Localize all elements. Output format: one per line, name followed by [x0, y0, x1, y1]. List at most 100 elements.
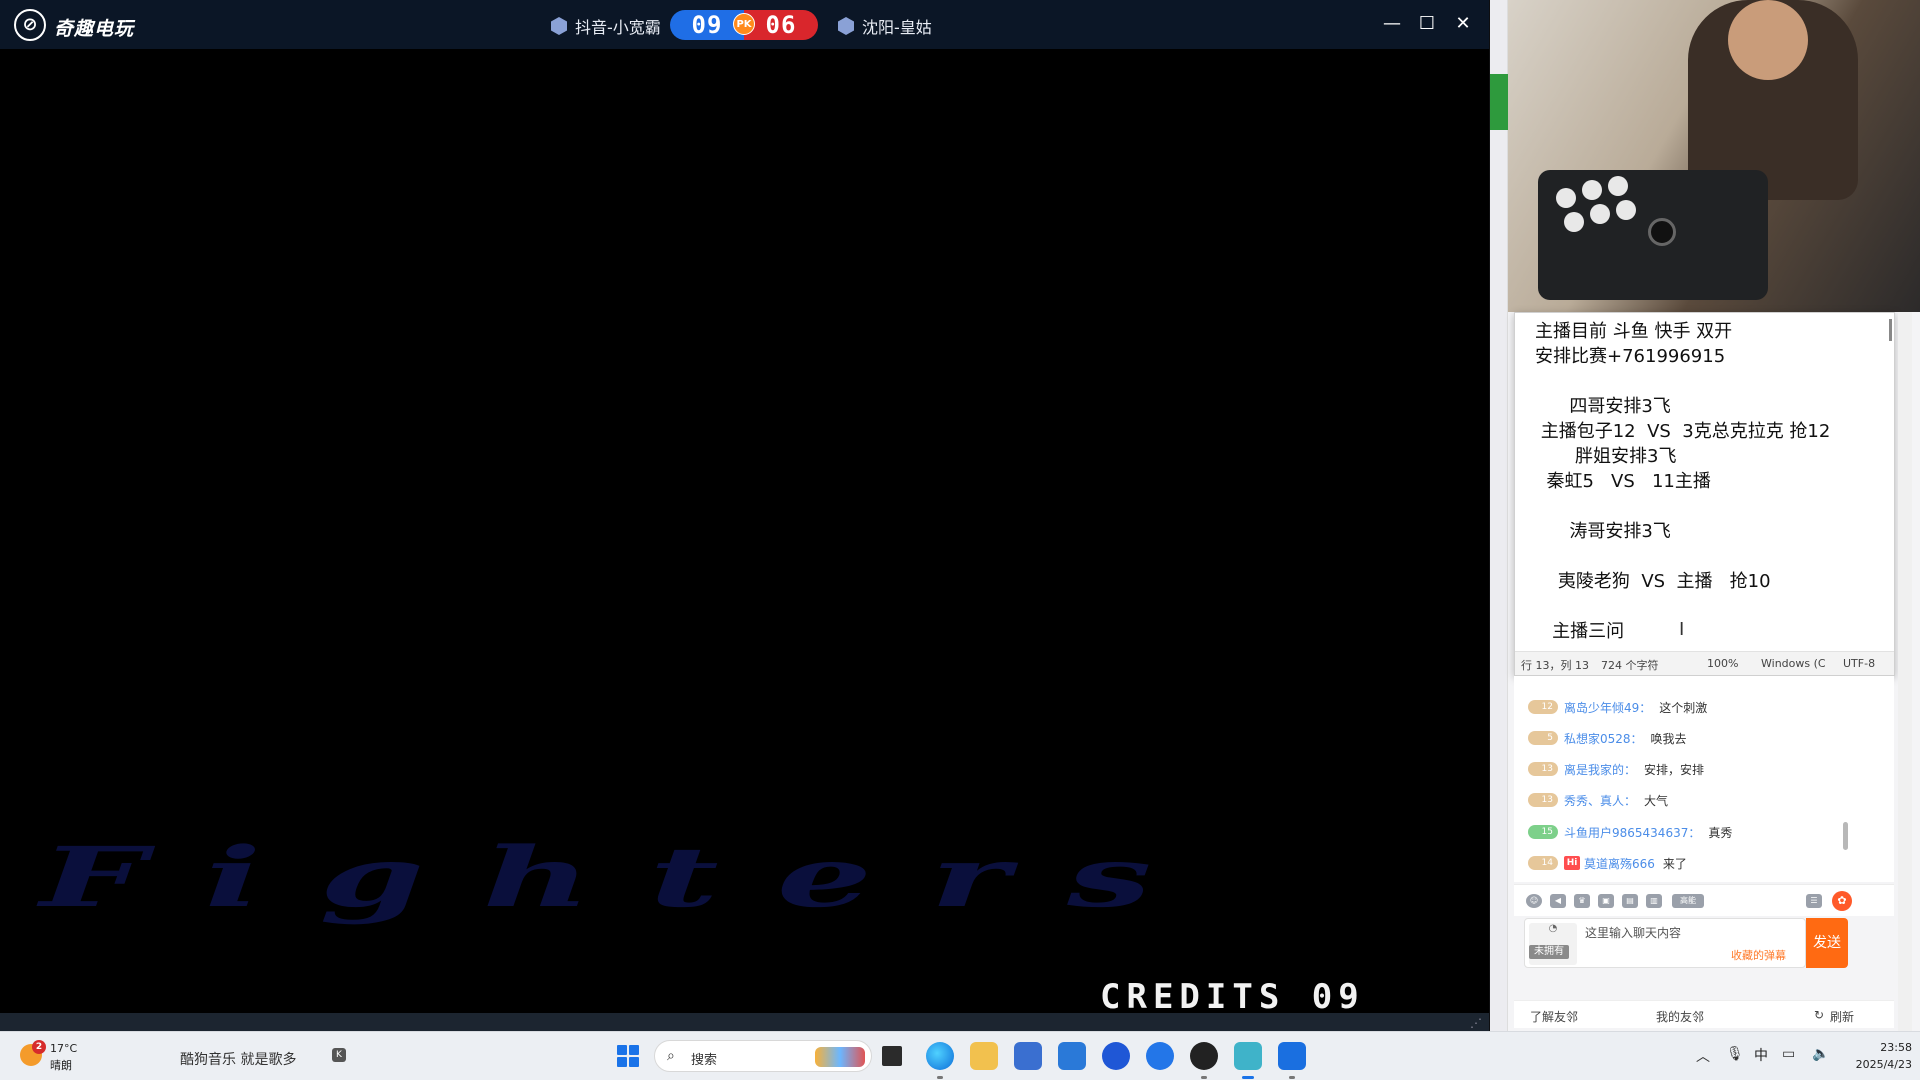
- network-icon[interactable]: ▭: [1782, 1046, 1795, 1062]
- app-title: 奇趣电玩: [54, 18, 135, 40]
- gift-icon[interactable]: ✿: [1832, 891, 1852, 911]
- resize-grip-icon[interactable]: ⋰: [1470, 1016, 1482, 1030]
- gift-box-icon[interactable]: ▣: [1598, 894, 1614, 908]
- music-ticker[interactable]: 酷狗音乐 就是歌多: [180, 1049, 296, 1069]
- notepad-window[interactable]: 主播目前 斗鱼 快手 双开 安排比赛+761996915 四哥安排3飞 主播包子…: [1514, 312, 1895, 676]
- close-button[interactable]: ✕: [1447, 8, 1479, 40]
- music-app-icon[interactable]: K: [332, 1048, 346, 1062]
- level-badge: 13: [1528, 793, 1558, 807]
- mail-icon[interactable]: [1058, 1042, 1086, 1070]
- crown-icon[interactable]: ♛: [1574, 894, 1590, 908]
- edge-browser-icon[interactable]: [926, 1042, 954, 1070]
- chat-username[interactable]: 斗鱼用户9865434637：: [1564, 824, 1700, 841]
- game-screen[interactable]: Fighters CREDITS 09: [0, 49, 1489, 1013]
- search-icon: ⌕: [667, 1048, 675, 1064]
- settings-icon[interactable]: ☰: [1806, 894, 1822, 908]
- task-view-icon[interactable]: [882, 1046, 902, 1066]
- pk-badge: PK: [733, 13, 755, 35]
- game-status-strip: [0, 1013, 1489, 1031]
- high-energy-button[interactable]: 高能: [1672, 894, 1704, 908]
- chat-text: 来了: [1662, 856, 1687, 871]
- card-icon[interactable]: ▤: [1622, 894, 1638, 908]
- hi-badge: Hi: [1564, 856, 1580, 870]
- status-zoom: 100%: [1707, 657, 1739, 670]
- level-badge: 12: [1528, 700, 1558, 714]
- fighters-title-text: Fighters: [40, 829, 1210, 926]
- refresh-icon[interactable]: ↻: [1814, 1008, 1824, 1022]
- send-button[interactable]: 发送: [1806, 918, 1848, 968]
- chat-scrollbar[interactable]: [1843, 822, 1848, 850]
- clock-date[interactable]: 2025/4/23: [1842, 1058, 1912, 1071]
- weather-badge: 2: [32, 1040, 46, 1054]
- chat-input-box: ◔ 未拥有 收藏的弹幕: [1524, 918, 1806, 968]
- player-right-name: 沈阳-皇姑: [862, 18, 932, 37]
- start-tile: [617, 1045, 627, 1055]
- arcade-button: [1564, 212, 1584, 232]
- arcade-button: [1582, 180, 1602, 200]
- text-cursor-icon: I: [1679, 619, 1685, 640]
- rank-icon: [551, 17, 567, 35]
- chat-list: 12 离岛少年倾49： 这个刺激 5 私想家0528： 唤我去 13 离是我家的…: [1514, 676, 1894, 882]
- start-tile: [617, 1057, 627, 1067]
- player-left: 抖音-小宽霸: [551, 14, 661, 38]
- ticket-icon[interactable]: ▥: [1646, 894, 1662, 908]
- rank-icon: [838, 17, 854, 35]
- chat-username[interactable]: 离岛少年倾49：: [1564, 699, 1651, 716]
- ime-indicator[interactable]: 中: [1754, 1045, 1768, 1065]
- webcam-view: [1508, 0, 1920, 312]
- side-strip: [1490, 0, 1508, 1031]
- my-friends-tab[interactable]: 我的友邻: [1656, 1008, 1704, 1025]
- microphone-icon[interactable]: 🎙: [1726, 1046, 1744, 1062]
- arcade-button: [1608, 176, 1628, 196]
- weather-desc[interactable]: 晴朗: [50, 1057, 72, 1073]
- status-position: 行 13，列 13: [1521, 659, 1589, 672]
- chat-message: 5 私想家0528： 唤我去: [1528, 727, 1687, 749]
- chat-username[interactable]: 莫道离殇666: [1584, 855, 1655, 872]
- chat-username[interactable]: 离是我家的：: [1564, 761, 1636, 778]
- maximize-button[interactable]: ☐: [1411, 8, 1443, 40]
- search-highlight-image: [815, 1047, 865, 1067]
- chat-input[interactable]: [1585, 923, 1795, 943]
- level-badge: 15: [1528, 825, 1558, 839]
- weather-temp[interactable]: 17°C: [50, 1042, 77, 1055]
- learn-friends-link[interactable]: 了解友邻: [1530, 1008, 1578, 1025]
- arcade-button: [1616, 200, 1636, 220]
- notepad-scrollbar[interactable]: [1889, 319, 1892, 341]
- green-tab[interactable]: [1490, 74, 1508, 130]
- search-label: 搜索: [691, 1053, 718, 1068]
- collect-danmu-link[interactable]: 收藏的弹幕: [1731, 947, 1786, 963]
- notepad-icon[interactable]: [1234, 1042, 1262, 1070]
- start-tile: [629, 1045, 639, 1055]
- notepad-text[interactable]: 主播目前 斗鱼 快手 双开 安排比赛+761996915 四哥安排3飞 主播包子…: [1535, 319, 1885, 644]
- store-icon[interactable]: [1014, 1042, 1042, 1070]
- title-bar[interactable]: ⊘ 奇趣电玩 抖音-小宽霸 09 06 PK 沈阳-皇姑 — ☐ ✕: [0, 0, 1489, 49]
- clock-time[interactable]: 23:58: [1862, 1041, 1912, 1054]
- horn-icon[interactable]: ◀: [1550, 894, 1566, 908]
- unowned-badge: 未拥有: [1529, 945, 1569, 959]
- status-encoding: UTF-8: [1843, 657, 1876, 670]
- chat-username[interactable]: 秀秀、真人：: [1564, 792, 1636, 809]
- chat-text: 真秀: [1708, 825, 1733, 840]
- feishu-icon[interactable]: [1146, 1042, 1174, 1070]
- chat-text: 大气: [1644, 793, 1669, 808]
- player-left-name: 抖音-小宽霸: [575, 18, 661, 37]
- start-button[interactable]: [617, 1045, 639, 1067]
- chat-username[interactable]: 私想家0528：: [1564, 730, 1643, 747]
- file-explorer-icon[interactable]: [970, 1042, 998, 1070]
- emoji-icon[interactable]: ☺: [1526, 894, 1542, 908]
- arcade-button: [1590, 204, 1610, 224]
- credits-text: CREDITS 09: [1100, 977, 1365, 1013]
- score-right: 06: [744, 10, 818, 40]
- status-char-count: 724 个字符: [1601, 659, 1659, 672]
- tray-chevron-icon[interactable]: ︿: [1696, 1046, 1710, 1066]
- taskbar-search[interactable]: ⌕ 搜索: [654, 1040, 872, 1072]
- volume-icon[interactable]: 🔈: [1812, 1046, 1829, 1062]
- kugou-icon[interactable]: [1102, 1042, 1130, 1070]
- page-scrollbar[interactable]: [1898, 312, 1912, 1031]
- refresh-label[interactable]: 刷新: [1830, 1008, 1854, 1025]
- level-badge: 13: [1528, 762, 1558, 776]
- running-indicator: [1289, 1076, 1295, 1079]
- minimize-button[interactable]: —: [1376, 8, 1408, 40]
- obs-icon[interactable]: [1190, 1042, 1218, 1070]
- game-app-icon[interactable]: [1278, 1042, 1306, 1070]
